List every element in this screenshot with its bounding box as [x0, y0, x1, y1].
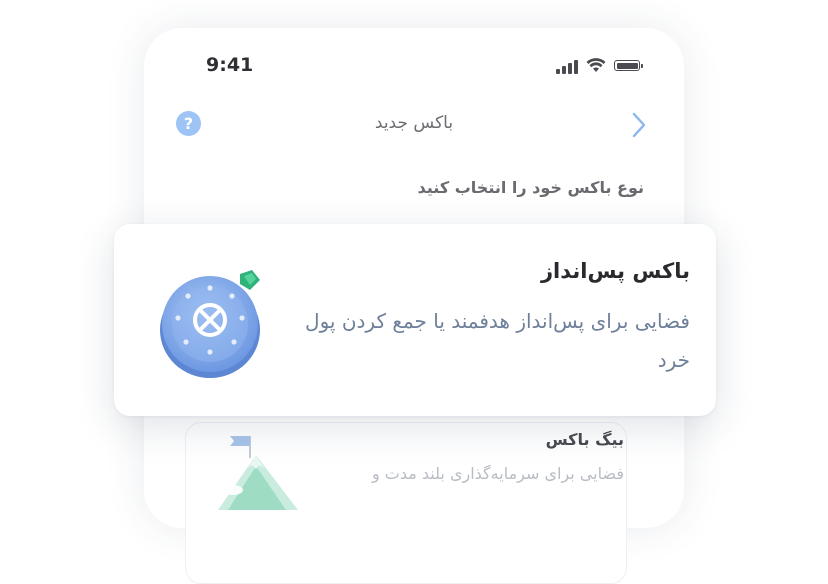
signal-icon — [556, 60, 578, 74]
status-time: 9:41 — [206, 54, 254, 76]
chevron-right-icon[interactable] — [632, 112, 646, 138]
option-title-big-box: بیگ باکس — [545, 430, 624, 449]
option-desc-savings-box: فضایی برای پس‌انداز هدفمند یا جمع کردن پ… — [305, 309, 690, 372]
mountain-flag-icon — [218, 436, 298, 510]
option-desc-big-box: فضایی برای سرمایه‌گذاری بلند مدت و — [371, 464, 624, 483]
wifi-icon — [586, 58, 606, 72]
page-title: باکس جدید — [374, 113, 454, 133]
battery-icon — [614, 60, 643, 71]
safe-icon — [160, 270, 260, 378]
option-title-savings-box: باکس پس‌انداز — [540, 259, 690, 283]
status-icons — [556, 58, 646, 74]
section-prompt: نوع باکس خود را انتخاب کنید — [417, 178, 644, 197]
option-card-savings-box[interactable]: باکس پس‌انداز فضایی برای پس‌انداز هدفمند… — [114, 224, 716, 416]
